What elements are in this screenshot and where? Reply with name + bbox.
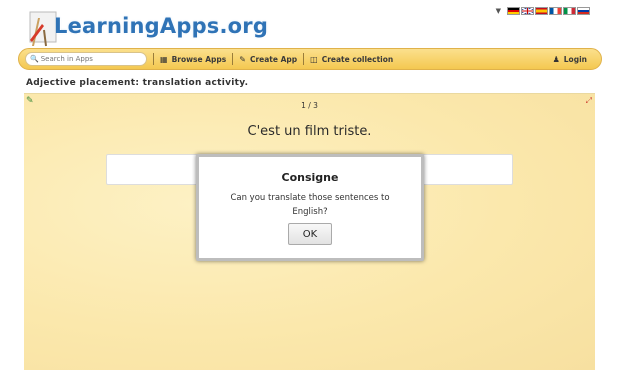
page-title: Adjective placement: translation activit… [26,78,249,88]
login-label: Login [563,54,587,64]
flag-fr-icon[interactable] [549,7,562,15]
dropdown-arrow-icon[interactable]: ▼ [496,7,501,15]
browse-apps-label: Browse Apps [171,54,227,64]
language-selector[interactable]: ▼ [496,7,590,15]
create-collection-link[interactable]: ◫ Create collection [310,55,393,64]
dialog-title: Consigne [281,171,339,184]
browse-apps-link[interactable]: ▦ Browse Apps [160,55,226,64]
user-icon: ♟ [552,54,560,64]
flag-ru-icon[interactable] [577,7,590,15]
flag-es-icon[interactable] [535,7,548,15]
logo[interactable]: LearningApps.org [20,4,268,50]
create-app-link[interactable]: ✎ Create App [239,55,297,64]
flag-en-icon[interactable] [521,7,534,15]
search-icon: 🔍 [30,55,39,63]
question-counter: 1 / 3 [301,101,318,110]
dialog-message: Can you translate those sentences to Eng… [230,193,390,217]
grid-icon: ▦ [160,54,168,64]
login-link[interactable]: ♟ Login [553,55,587,64]
flag-de-icon[interactable] [507,7,520,15]
main-navbar: 🔍 ▦ Browse Apps ✎ Create App ◫ Create co… [18,48,602,70]
easel-icon [29,11,57,47]
logo-text: LearningApps.org [54,14,269,38]
pencil-icon: ✎ [239,54,246,64]
french-sentence: C'est un film triste. [247,124,372,139]
create-collection-label: Create collection [321,54,394,64]
nav-divider [153,53,154,65]
nav-divider [303,53,305,65]
ok-button[interactable]: OK [288,223,332,245]
nav-divider [232,53,234,65]
search-input[interactable] [40,55,141,63]
create-app-label: Create App [249,54,298,64]
instruction-dialog: Consigne Can you translate those sentenc… [196,154,424,261]
search-box[interactable]: 🔍 [25,52,147,66]
flag-it-icon[interactable] [563,7,576,15]
collection-icon: ◫ [310,54,318,64]
